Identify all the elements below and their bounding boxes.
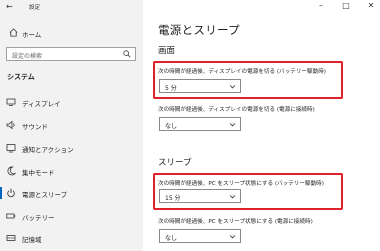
search-input[interactable]: 設定の検索	[6, 47, 136, 61]
screen-battery-label: 次の時間が経過後、ディスプレイの電源を切る (バッテリー駆動時)	[158, 69, 326, 75]
screen-plugged-label: 次の時間が経過後、ディスプレイの電源を切る (電源に接続時)	[158, 107, 315, 113]
sidebar-item-sound[interactable]: サウンド	[0, 116, 143, 134]
dropdown-value: 15 分	[165, 195, 181, 202]
sidebar-item-storage[interactable]: 記憶域	[0, 229, 143, 247]
screen-battery-dropdown[interactable]: 5 分	[159, 79, 241, 93]
storage-icon	[6, 235, 16, 241]
sidebar-item-label: 電源とスリープ	[22, 191, 68, 199]
power-icon	[7, 188, 15, 198]
sleep-battery-dropdown[interactable]: 15 分	[159, 189, 241, 203]
sidebar-item-label: 通知とアクション	[22, 146, 74, 154]
sidebar-item-power-sleep[interactable]: 電源とスリープ	[0, 184, 143, 202]
sidebar-item-label: 集中モード	[22, 169, 55, 177]
titlebar: ← 設定	[0, 0, 143, 14]
sidebar: ← 設定 ホーム 設定の検索 システム ディスプレイ サウンド 通知とアクション…	[0, 0, 143, 251]
dropdown-value: 5 分	[165, 85, 177, 92]
main-content: – □ ✕ 電源とスリープ 画面 次の時間が経過後、ディスプレイの電源を切る (…	[143, 0, 380, 251]
sidebar-item-label: 記憶域	[22, 236, 42, 244]
sidebar-item-display[interactable]: ディスプレイ	[0, 93, 143, 111]
search-placeholder: 設定の検索	[12, 53, 43, 60]
section-title: システム	[7, 73, 35, 81]
sidebar-item-notifications[interactable]: 通知とアクション	[0, 139, 143, 157]
display-icon	[6, 98, 16, 106]
notification-icon	[6, 144, 16, 153]
sleep-plugged-dropdown[interactable]: なし	[159, 229, 241, 243]
chevron-down-icon	[229, 235, 236, 239]
close-icon[interactable]: ✕	[366, 1, 376, 10]
screen-heading: 画面	[158, 46, 176, 56]
dropdown-value: なし	[165, 235, 178, 242]
window-title: 設定	[29, 5, 41, 11]
dropdown-value: なし	[165, 123, 178, 130]
sidebar-item-label: ディスプレイ	[22, 100, 61, 108]
sleep-heading: スリープ	[158, 158, 192, 168]
sidebar-item-battery[interactable]: バッテリー	[0, 207, 143, 225]
back-arrow-icon[interactable]: ←	[6, 2, 13, 11]
sidebar-item-focus-assist[interactable]: 集中モード	[0, 162, 143, 180]
speaker-icon	[6, 120, 15, 130]
chevron-down-icon	[229, 123, 236, 127]
page-title: 電源とスリープ	[158, 23, 240, 37]
sleep-plugged-label: 次の時間が経過後、PC をスリープ状態にする (電源に接続時)	[158, 219, 313, 225]
moon-icon	[7, 166, 16, 176]
home-link[interactable]: ホーム	[0, 25, 143, 41]
home-icon	[9, 28, 18, 37]
battery-icon	[6, 213, 16, 219]
chevron-down-icon	[229, 195, 236, 199]
sleep-battery-label: 次の時間が経過後、PC をスリープ状態にする (バッテリー駆動時)	[158, 181, 324, 187]
sidebar-item-label: バッテリー	[22, 214, 55, 222]
maximize-icon[interactable]: □	[341, 1, 351, 10]
sidebar-item-label: サウンド	[22, 123, 48, 131]
chevron-down-icon	[229, 85, 236, 89]
home-label: ホーム	[22, 31, 42, 39]
window-controls: – □ ✕	[316, 1, 376, 10]
search-icon[interactable]	[123, 50, 131, 58]
minimize-icon[interactable]: –	[316, 1, 326, 10]
screen-plugged-dropdown[interactable]: なし	[159, 117, 241, 131]
